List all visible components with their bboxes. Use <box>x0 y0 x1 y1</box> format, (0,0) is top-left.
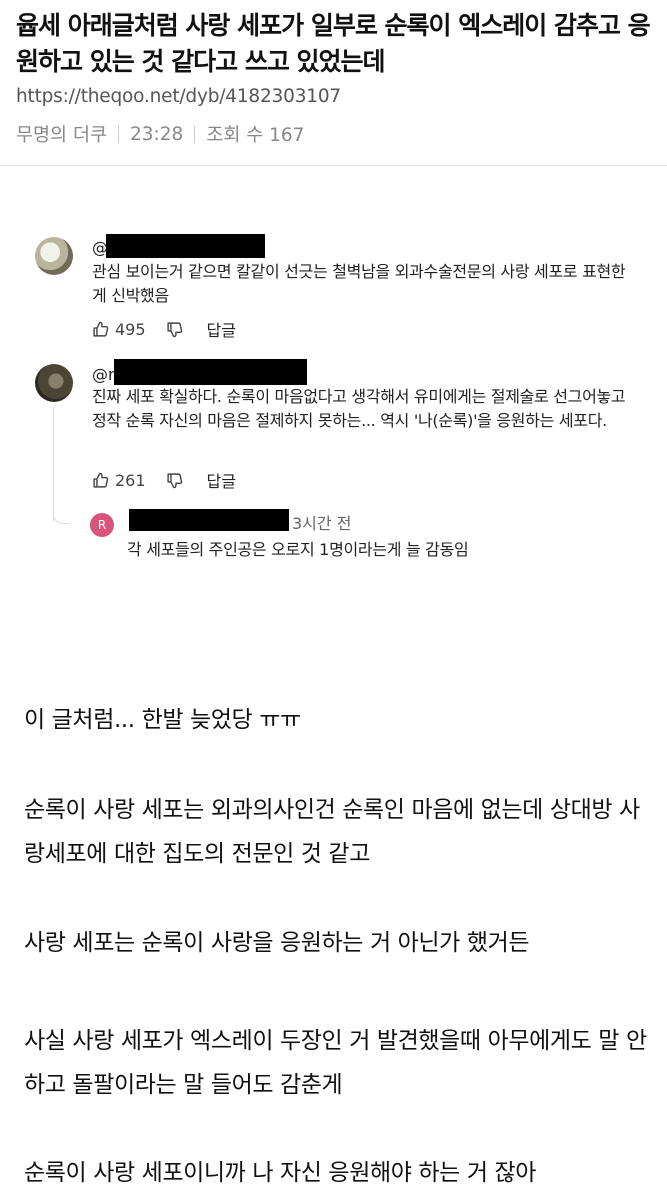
post-title: 윱세 아래글처럼 사랑 세포가 일부로 순록이 엑스레이 감추고 응원하고 있는… <box>16 11 651 76</box>
reply-time: 3시간 전 <box>292 514 352 533</box>
view-count: 조회 수 167 <box>206 125 305 146</box>
avatar[interactable] <box>35 237 73 275</box>
like-count: 495 <box>115 319 146 339</box>
body-paragraph: 순록이 사랑 세포는 외과의사인건 순록인 마음에 없는데 상대방 사랑세포에 … <box>24 797 640 867</box>
post-time: 23:28 <box>129 123 184 145</box>
thumbs-down-icon[interactable] <box>166 321 183 338</box>
author-name[interactable]: 무명의 더쿠 <box>16 121 107 147</box>
redacted-username <box>114 359 307 385</box>
like-count: 261 <box>115 470 146 490</box>
body-paragraph: 사랑 세포는 순록이 사랑을 응원하는 거 아닌가 했거든 <box>24 930 530 956</box>
comment-actions: 495 답글 <box>92 317 236 341</box>
post-meta: 무명의 더쿠 23:28 조회 수 167 <box>16 121 304 147</box>
reply-avatar[interactable]: R <box>90 513 114 537</box>
body-paragraph: 순록이 사랑 세포이니까 나 자신 응원해야 하는 거 잖아 <box>24 1160 537 1186</box>
reply-button[interactable]: 답글 <box>207 468 236 492</box>
header-divider <box>0 165 667 166</box>
redacted-username <box>106 234 265 258</box>
thread-line <box>53 407 54 522</box>
thumbs-down-icon[interactable] <box>166 472 183 489</box>
comment-actions: 261 답글 <box>92 468 236 492</box>
thumbs-up-icon[interactable] <box>92 472 109 489</box>
thread-connector <box>53 507 70 524</box>
redacted-username <box>129 509 289 531</box>
thumbs-up-icon[interactable] <box>92 321 109 338</box>
comment-handle[interactable]: @r <box>92 365 115 384</box>
reply-button[interactable]: 답글 <box>207 317 236 341</box>
body-paragraph: 사실 사랑 세포가 엑스레이 두장인 거 발견했을때 아무에게도 말 안하고 돌… <box>24 1028 647 1098</box>
avatar[interactable] <box>35 364 73 402</box>
comment-text: 진짜 세포 확실하다. 순록이 마음없다고 생각해서 유미에게는 절제술로 선그… <box>92 387 626 430</box>
meta-separator <box>194 125 196 143</box>
meta-separator <box>117 125 119 143</box>
comment-text: 관심 보이는거 같으면 칼같이 선긋는 철벽남을 외과수술전문의 사랑 세포로 … <box>92 262 626 305</box>
body-paragraph: 이 글처럼... 한발 늦었당 ㅠㅠ <box>24 707 301 733</box>
reply-text: 각 세포들의 주인공은 오로지 1명이라는게 늘 감동임 <box>127 540 469 559</box>
post-url[interactable]: https://theqoo.net/dyb/4182303107 <box>16 86 341 107</box>
